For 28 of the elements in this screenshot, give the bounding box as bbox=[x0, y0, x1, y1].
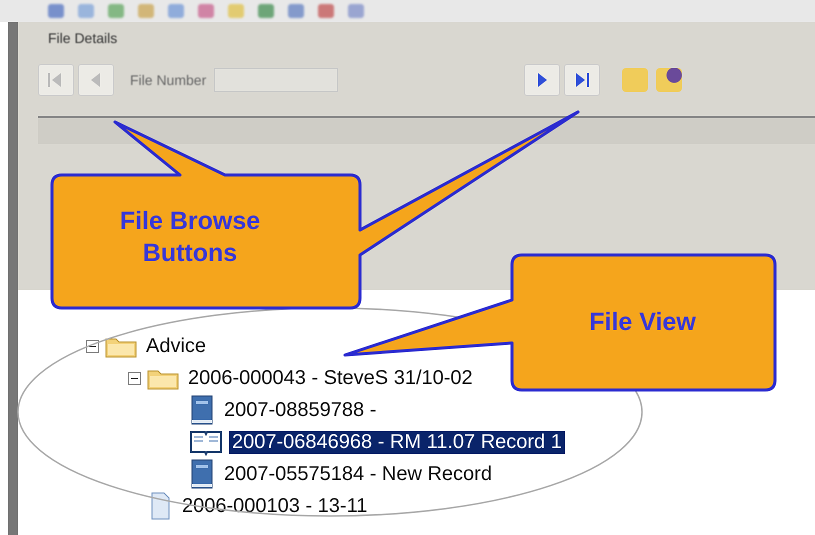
group-title: File Details bbox=[48, 30, 118, 46]
next-button[interactable] bbox=[524, 64, 560, 96]
tree-item[interactable]: Advice bbox=[143, 334, 210, 358]
tree-item[interactable]: 2007-05575184 - New Record bbox=[221, 462, 495, 486]
toolbar-icon[interactable] bbox=[138, 4, 154, 18]
toolbar-icon[interactable] bbox=[228, 4, 244, 18]
toolbar-icon[interactable] bbox=[78, 4, 94, 18]
callout-text: File View bbox=[588, 307, 697, 338]
book-icon bbox=[189, 459, 215, 489]
toolbar-icon[interactable] bbox=[168, 4, 184, 18]
toolbar-icon[interactable] bbox=[108, 4, 124, 18]
tree-item[interactable]: 2007-06846968 - RM 11.07 Record 1 bbox=[229, 430, 565, 454]
open-book-icon bbox=[189, 428, 223, 456]
toolbar-icon[interactable] bbox=[288, 4, 304, 18]
toolbar-icon[interactable] bbox=[48, 4, 64, 18]
toolbar-icon[interactable] bbox=[318, 4, 334, 18]
toolbar-icon[interactable] bbox=[258, 4, 274, 18]
book-icon bbox=[189, 395, 215, 425]
toolbar-icon[interactable] bbox=[198, 4, 214, 18]
toolbar-icon[interactable] bbox=[348, 4, 364, 18]
collapse-toggle[interactable] bbox=[128, 372, 141, 384]
callout-text: File Browse Buttons bbox=[118, 206, 262, 269]
tree-item[interactable]: 2006-000103 - 13-11 bbox=[179, 494, 370, 518]
tree-item[interactable]: 2007-08859788 - bbox=[221, 398, 380, 422]
file-number-field[interactable] bbox=[214, 68, 338, 92]
last-button[interactable] bbox=[564, 64, 600, 96]
file-number-label: File Number bbox=[130, 72, 206, 88]
tree-item[interactable]: 2006-000043 - SteveS 31/10-02 bbox=[185, 366, 476, 390]
